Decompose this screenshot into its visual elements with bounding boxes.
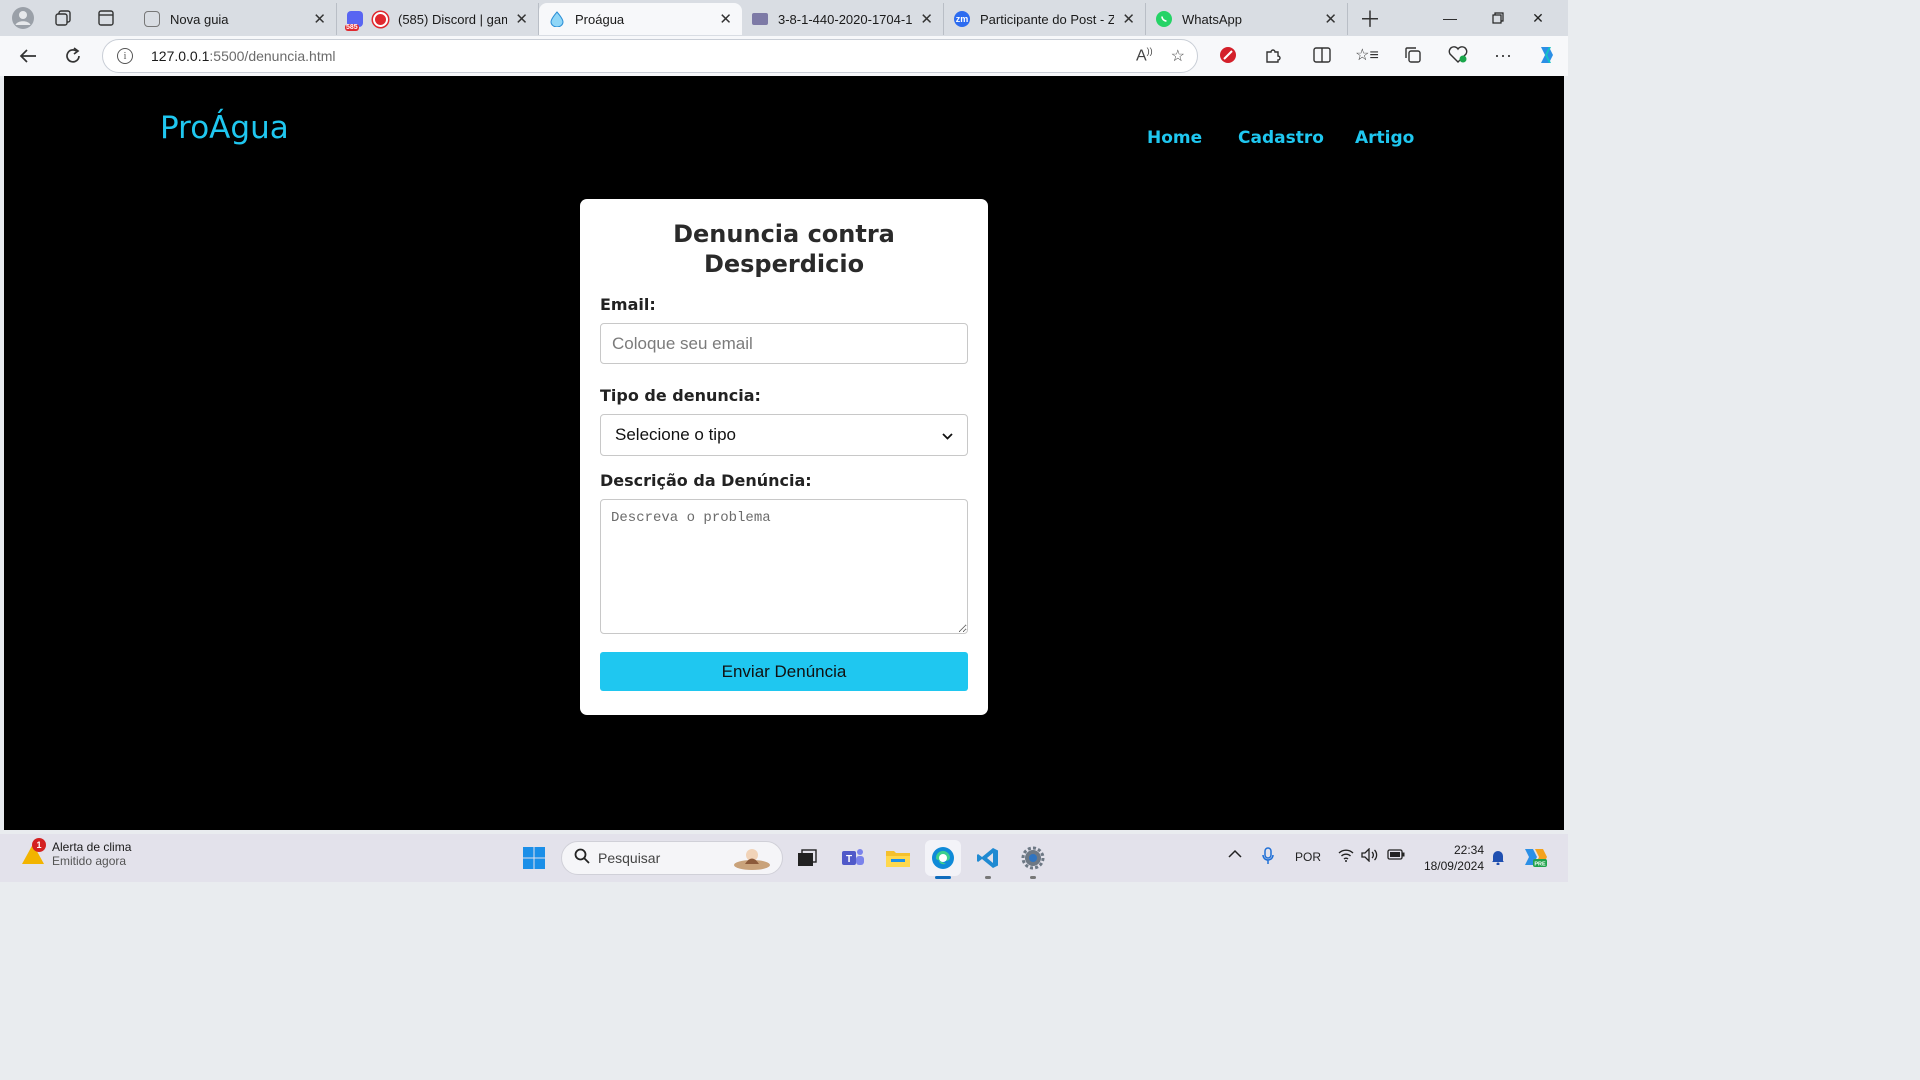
tab-document[interactable]: 3-8-1-440-2020-1704-114 ✕ xyxy=(742,3,944,35)
file-explorer-icon[interactable] xyxy=(880,840,916,876)
notification-bell-icon[interactable] xyxy=(1491,849,1505,868)
windows-start-icon[interactable] xyxy=(516,840,552,876)
tab-whatsapp[interactable]: WhatsApp ✕ xyxy=(1146,3,1348,35)
whatsapp-icon xyxy=(1156,11,1172,27)
site-info-icon[interactable]: i xyxy=(117,48,133,64)
windows-taskbar: 1 Alerta de clima Emitido agora Pesquisa… xyxy=(0,834,1568,882)
nav-cadastro[interactable]: Cadastro xyxy=(1238,128,1324,148)
profile-icon[interactable] xyxy=(8,3,38,33)
tab-zoom[interactable]: zm Participante do Post - Zoc ✕ xyxy=(944,3,1146,35)
close-icon[interactable]: ✕ xyxy=(1122,10,1135,28)
weather-title: Alerta de clima xyxy=(52,840,132,854)
warning-icon: 1 xyxy=(22,838,46,864)
clock-date: 18/09/2024 xyxy=(1423,859,1484,873)
more-options-icon[interactable]: ··· xyxy=(1488,40,1518,70)
tab-proagua[interactable]: Proágua ✕ xyxy=(539,3,742,35)
input-language[interactable]: POR xyxy=(1295,850,1321,864)
favorite-star-icon[interactable]: ☆ xyxy=(1171,46,1185,66)
window-close-icon[interactable]: ✕ xyxy=(1506,0,1570,36)
system-clock[interactable]: 22:34 18/09/2024 xyxy=(1418,842,1484,874)
settings-gear-icon[interactable] xyxy=(1015,840,1051,879)
browser-essentials-icon[interactable] xyxy=(1443,40,1473,70)
favorites-icon[interactable]: ☆≡ xyxy=(1352,40,1382,70)
description-label: Descrição da Denúncia: xyxy=(600,471,812,490)
workspaces-icon[interactable] xyxy=(48,3,78,33)
type-selected-value: Selecione o tipo xyxy=(615,425,736,444)
search-highlight-icon xyxy=(732,845,772,876)
zoom-icon: zm xyxy=(954,11,970,27)
tab-discord[interactable]: 585 (585) Discord | game ✕ xyxy=(337,3,539,35)
new-tab-icon xyxy=(144,11,160,27)
browser-tab-strip: Nova guia ✕ 585 (585) Discord | game ✕ P… xyxy=(0,0,1568,36)
submit-denuncia-button[interactable]: Enviar Denúncia xyxy=(600,652,968,691)
form-title: Denuncia contra Desperdicio xyxy=(673,220,895,278)
close-icon[interactable]: ✕ xyxy=(1324,10,1337,28)
weather-widget[interactable]: 1 Alerta de clima Emitido agora xyxy=(22,838,132,868)
read-aloud-icon[interactable]: A)) xyxy=(1136,46,1153,66)
description-textarea[interactable] xyxy=(600,499,968,634)
weather-subtitle: Emitido agora xyxy=(52,854,127,868)
extension-red-icon[interactable] xyxy=(1213,40,1243,70)
svg-text:T: T xyxy=(846,854,852,865)
wifi-icon[interactable] xyxy=(1338,848,1354,865)
battery-icon[interactable] xyxy=(1387,848,1405,863)
page-viewport: ProÁgua Home Cadastro Artigo Denuncia co… xyxy=(4,76,1564,830)
site-logo[interactable]: ProÁgua xyxy=(160,110,289,146)
denuncia-form-card: Denuncia contra Desperdicio Email: Tipo … xyxy=(580,199,988,715)
teams-icon[interactable]: T xyxy=(835,840,871,876)
address-bar[interactable]: i 127.0.0.1:5500/denuncia.html A)) ☆ xyxy=(102,39,1198,73)
close-icon[interactable]: ✕ xyxy=(515,10,528,28)
taskbar-search[interactable]: Pesquisar xyxy=(561,841,783,875)
back-arrow-icon[interactable] xyxy=(10,40,46,72)
volume-icon[interactable] xyxy=(1361,847,1379,865)
copilot-preview-icon[interactable]: PRE xyxy=(1521,845,1549,872)
microphone-icon[interactable] xyxy=(1262,847,1274,868)
svg-text:PRE: PRE xyxy=(1534,862,1546,868)
refresh-icon[interactable] xyxy=(55,40,91,72)
water-drop-icon xyxy=(549,11,565,27)
discord-icon: 585 xyxy=(345,11,363,31)
vertical-tabs-icon[interactable] xyxy=(91,3,121,33)
email-field[interactable] xyxy=(600,323,968,364)
email-label: Email: xyxy=(600,295,656,314)
recording-icon xyxy=(373,11,388,27)
extensions-puzzle-icon[interactable] xyxy=(1258,40,1288,70)
show-hidden-icons-chevron-up-icon[interactable] xyxy=(1228,848,1242,862)
nav-artigo[interactable]: Artigo xyxy=(1355,128,1414,148)
type-select[interactable]: Selecione o tipo xyxy=(600,414,968,456)
new-tab-plus-icon[interactable]: ＋ xyxy=(1355,3,1385,33)
chevron-down-icon xyxy=(942,428,953,443)
edge-icon[interactable] xyxy=(925,840,961,879)
task-view-icon[interactable] xyxy=(789,840,825,876)
clock-time: 22:34 xyxy=(1453,843,1484,857)
type-label: Tipo de denuncia: xyxy=(600,386,761,405)
split-screen-icon[interactable] xyxy=(1307,40,1337,70)
search-icon xyxy=(574,848,590,869)
browser-toolbar: i 127.0.0.1:5500/denuncia.html A)) ☆ ☆≡ … xyxy=(0,36,1568,76)
tab-nova-guia[interactable]: Nova guia ✕ xyxy=(134,3,337,35)
vscode-icon[interactable] xyxy=(970,840,1006,879)
close-icon[interactable]: ✕ xyxy=(920,10,933,28)
collections-icon[interactable] xyxy=(1398,40,1428,70)
document-icon xyxy=(752,13,768,25)
copilot-icon[interactable] xyxy=(1531,40,1561,70)
close-icon[interactable]: ✕ xyxy=(719,10,732,28)
nav-home[interactable]: Home xyxy=(1147,128,1202,148)
close-icon[interactable]: ✕ xyxy=(313,10,326,28)
